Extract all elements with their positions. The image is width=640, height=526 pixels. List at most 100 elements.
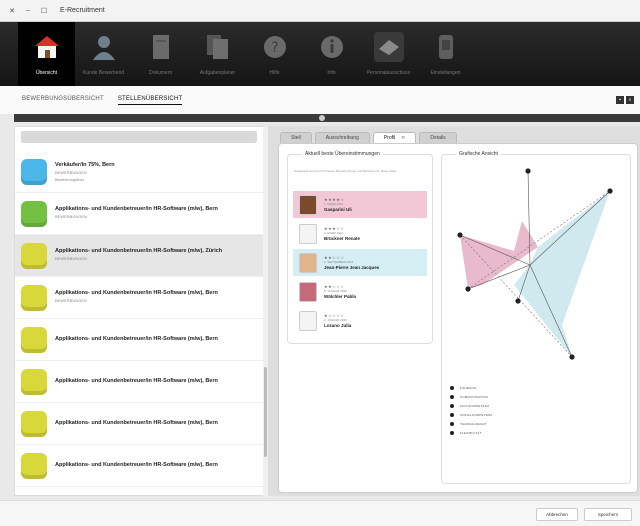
toolbar-item-einstellungen[interactable]: Einstellungen — [417, 22, 474, 86]
candidate-name: Wälchler Pablo — [324, 294, 357, 299]
search-icon[interactable]: ⌕ — [626, 96, 634, 104]
job-list-item[interactable]: Applikations- und Kundenbetreuer/in HR-S… — [15, 319, 263, 361]
job-status-icon — [21, 410, 47, 437]
toolbar-item-aufgaben[interactable]: Aufgabenplaner — [189, 22, 246, 86]
candidate-card[interactable]: ★☆☆☆☆ 2. JANUAR 2016 Lozano Julia — [293, 307, 427, 334]
job-meta: BEWERBUNGEN — [55, 169, 87, 175]
candidate-name: Jean-Pierre Jean Jacques — [324, 265, 380, 270]
job-search-input[interactable] — [21, 131, 257, 143]
toolbar-label: Info — [327, 70, 336, 76]
view-switcher: BEWERBUNGSÜBERSICHT STELLENÜBERSICHT ▪ ⌕ — [0, 86, 640, 114]
candidate-card[interactable]: ★★★★☆ 1. MÄRZ 2016 Gasparini Uli — [293, 191, 427, 218]
phone-icon — [431, 32, 461, 62]
radar-box: Grafische Ansicht FÜHRUNG KOMMUNIKATION FA… — [441, 151, 631, 484]
job-title: Applikations- und Kundenbetreuer/in HR-S… — [55, 377, 218, 384]
grid-icon[interactable]: ▪ — [616, 96, 624, 104]
job-list-item[interactable]: Applikations- und Kundenbetreuer/in HR-S… — [15, 235, 263, 277]
legend-label: KOMMUNIKATION — [460, 394, 489, 399]
toolbar-item-dokument[interactable]: Dokument — [132, 22, 189, 86]
radar-vertex-dot — [465, 286, 471, 292]
tab-ausschreibung[interactable]: Ausschreibung — [314, 132, 370, 143]
legend-dot-icon — [450, 403, 454, 408]
toolbar-item-personalausschuss[interactable]: Personalausschuss — [360, 22, 417, 86]
legend-dot-icon — [450, 421, 454, 426]
info-icon — [317, 32, 347, 62]
job-status-icon — [21, 158, 47, 185]
job-status-icon — [21, 284, 47, 311]
best-matches-description: Dargestellt sind die fünf besten Bewerbe… — [294, 169, 397, 173]
candidate-card[interactable]: ★★☆☆☆ 5. JANUAR 2016 Wälchler Pablo — [293, 278, 427, 305]
job-list-item[interactable]: Applikations- und Kundenbetreuer/in HR-S… — [15, 403, 263, 445]
legend-item: FLEXIBILITÄT — [450, 428, 492, 437]
save-button[interactable]: Speichern — [584, 508, 632, 521]
job-status-icon — [21, 368, 47, 395]
job-list-item[interactable]: Applikations- und Kundenbetreuer/in HR-S… — [15, 193, 263, 235]
job-text: Applikations- und Kundenbetreuer/in HR-S… — [55, 420, 218, 428]
candidate-card[interactable]: ★★★☆☆ 3. MÄRZ 2016 Brückner Renate — [293, 220, 427, 247]
job-title: Applikations- und Kundenbetreuer/in HR-S… — [55, 248, 223, 254]
job-meta-secondary: Bewerbungsfrist — [55, 176, 84, 182]
documents-icon — [203, 32, 233, 62]
toolbar-label: Hilfe — [269, 70, 280, 76]
job-list-item[interactable]: Applikations- und Kundenbetreuer/in HR-S… — [15, 361, 263, 403]
job-list-item[interactable]: Applikations- und Kundenbetreuer/in HR-S… — [15, 445, 263, 487]
toolbar-item-uebersicht[interactable]: Übersicht — [18, 22, 75, 86]
minimize-window-button[interactable]: – — [24, 7, 32, 14]
job-text: Applikations- und Kundenbetreuer/in HR-S… — [55, 290, 218, 305]
tab-stellenuebersicht[interactable]: STELLENÜBERSICHT — [117, 96, 183, 105]
toolbar-item-bewerber[interactable]: Kunde Bewerberid — [75, 22, 132, 86]
cancel-button[interactable]: Abbrechen — [536, 508, 578, 521]
candidate-text: ★★★☆☆ 3. MÄRZ 2016 Brückner Renate — [324, 226, 360, 241]
person-icon — [89, 32, 119, 62]
legend-label: FLEXIBILITÄT — [460, 430, 482, 435]
radar-area-blue — [514, 191, 610, 357]
job-meta: BEWERBUNGEN — [55, 298, 87, 303]
candidate-date: 3. MÄRZ 2016 — [324, 231, 344, 235]
legend-item: FACHKOMPETENZ — [450, 401, 492, 410]
tab-bewerbungsuebersicht[interactable]: BEWERBUNGSÜBERSICHT — [22, 96, 104, 104]
tab-profil[interactable]: Profil ✕ — [372, 132, 417, 143]
job-list-panel: Verkäufer/In 75%, Bern BEWERBUNGEN Bewerbu… — [14, 126, 268, 497]
candidate-text: ★☆☆☆☆ 2. JANUAR 2016 Lozano Julia — [324, 313, 351, 328]
legend-dot-icon — [450, 430, 454, 435]
radar-legend: FÜHRUNG KOMMUNIKATION FACHKOMPETENZ SOZIALK… — [450, 383, 492, 437]
legend-label: SOZIALKOMPETENZ — [460, 412, 493, 417]
scrollbar-thumb[interactable] — [264, 367, 267, 457]
job-list-item[interactable]: Verkäufer/In 75%, Bern BEWERBUNGEN Bewerbu… — [15, 151, 263, 193]
close-window-button[interactable]: ✕ — [8, 7, 16, 15]
job-list: Verkäufer/In 75%, Bern BEWERBUNGEN Bewerbu… — [15, 151, 263, 487]
radar-vertex-dot — [607, 188, 613, 194]
candidate-card[interactable]: ★★☆☆☆ 2. SEPTEMBER 2015 Jean-Pierre Jean J… — [293, 249, 427, 276]
tab-label: Profil — [383, 135, 396, 141]
panel-divider — [14, 114, 640, 122]
tab-stell[interactable]: Stell — [280, 132, 312, 143]
toolbar-label: Personalausschuss — [366, 70, 411, 76]
job-title: Applikations- und Kundenbetreuer/in HR-S… — [55, 290, 218, 296]
job-status-icon — [21, 200, 47, 227]
help-icon: ? — [260, 32, 290, 62]
job-list-item[interactable]: Applikations- und Kundenbetreuer/in HR-S… — [15, 277, 263, 319]
candidate-name: Lozano Julia — [324, 323, 352, 328]
legend-dot-icon — [450, 385, 454, 390]
job-text: Applikations- und Kundenbetreuer/in HR-S… — [55, 206, 218, 221]
candidate-date: 2. JANUAR 2016 — [324, 318, 347, 322]
svg-text:?: ? — [271, 40, 278, 56]
toolbar-item-info[interactable]: Info — [303, 22, 360, 86]
maximize-window-button[interactable]: ☐ — [40, 7, 48, 15]
radar-vertex-dot — [515, 298, 521, 304]
tab-details[interactable]: Details — [419, 132, 457, 143]
best-matches-title: Aktuell beste Übereinstimmungen — [302, 151, 383, 157]
candidate-date: 2. SEPTEMBER 2015 — [324, 260, 354, 264]
document-icon — [146, 32, 176, 62]
tab-label: Details — [430, 135, 446, 141]
job-title: Applikations- und Kundenbetreuer/in HR-S… — [55, 335, 218, 342]
divider-handle[interactable] — [319, 115, 325, 121]
candidate-name: Brückner Renate — [324, 236, 361, 241]
candidate-text: ★★☆☆☆ 2. SEPTEMBER 2015 Jean-Pierre Jean J… — [324, 255, 379, 270]
close-tab-icon[interactable]: ✕ — [401, 135, 405, 141]
group-icon — [373, 32, 404, 62]
job-text: Applikations- und Kundenbetreuer/in HR-S… — [55, 336, 218, 344]
toolbar-label: Aufgabenplaner — [199, 70, 236, 76]
detail-tabs: Stell Ausschreibung Profil ✕ Details — [280, 132, 457, 143]
toolbar-item-hilfe[interactable]: ? Hilfe — [246, 22, 303, 86]
